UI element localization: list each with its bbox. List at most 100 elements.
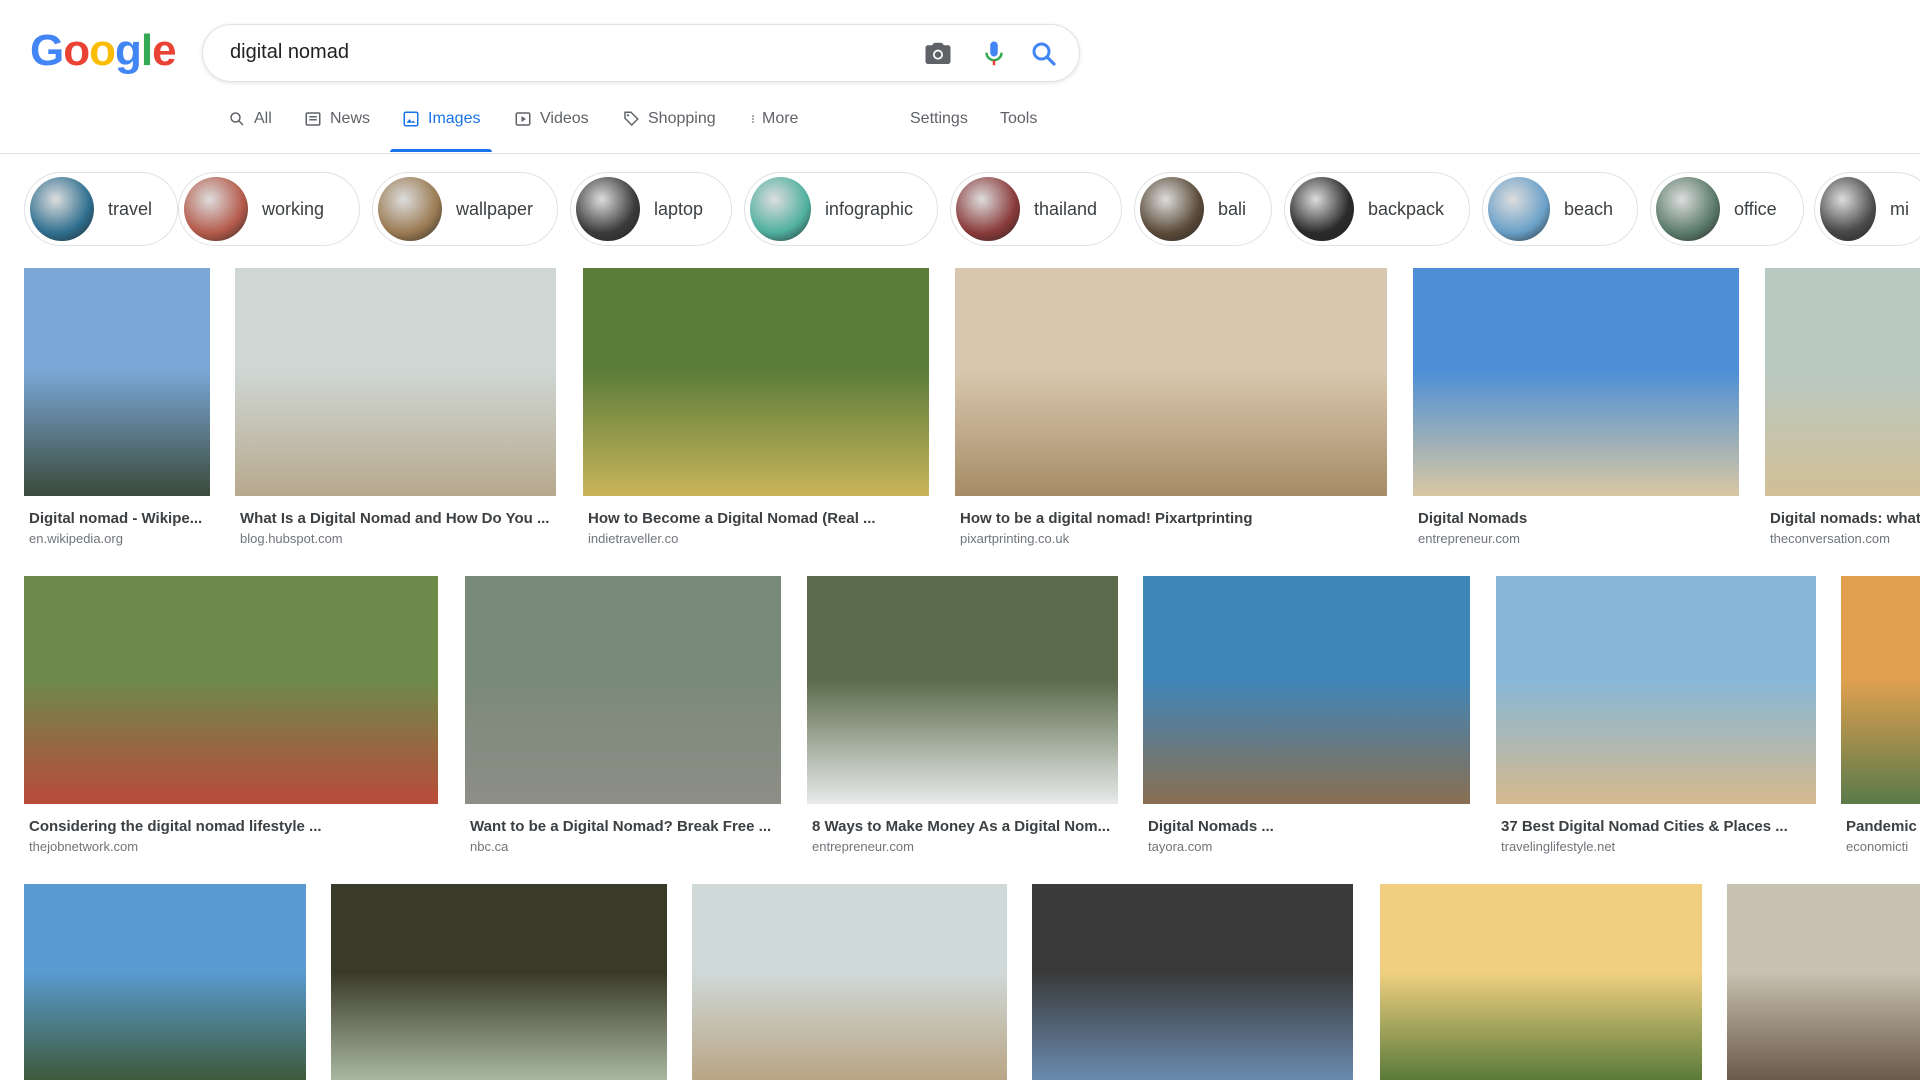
- result-thumbnail[interactable]: [1032, 884, 1353, 1080]
- camera-icon[interactable]: [923, 39, 953, 69]
- result-title[interactable]: Digital nomads: what: [1770, 510, 1920, 527]
- result-thumbnail[interactable]: [1413, 268, 1739, 496]
- logo-letter: G: [30, 26, 64, 75]
- news-icon: [305, 112, 321, 126]
- chip-bali[interactable]: bali: [1134, 172, 1272, 246]
- result-thumbnail[interactable]: [1765, 268, 1920, 496]
- tab-all[interactable]: All: [228, 110, 272, 152]
- chip-label: working: [262, 198, 325, 219]
- result-domain: travelinglifestyle.net: [1501, 839, 1616, 854]
- more-vert-icon: [752, 115, 754, 123]
- chip-thumbnail: [1488, 177, 1550, 241]
- result-thumbnail[interactable]: [1143, 576, 1470, 804]
- tab-label: Images: [428, 110, 481, 127]
- search-tabs: All News Images Videos Shopping More Set…: [0, 110, 1100, 154]
- tab-more[interactable]: More: [748, 110, 798, 152]
- result-domain: nbc.ca: [470, 839, 509, 854]
- settings-link[interactable]: Settings: [910, 110, 968, 128]
- chip-label: thailand: [1033, 198, 1097, 219]
- search-input[interactable]: digital nomad: [230, 41, 349, 64]
- result-thumbnail[interactable]: [807, 576, 1118, 804]
- result-thumbnail[interactable]: [583, 268, 929, 496]
- tab-images[interactable]: Images: [389, 110, 494, 152]
- result-domain: en.wikipedia.org: [29, 531, 123, 546]
- logo-letter: g: [115, 26, 142, 75]
- chip-label: infographic: [824, 198, 913, 219]
- logo-letter: e: [152, 26, 177, 75]
- chip-thumbnail: [1820, 177, 1876, 241]
- chip-laptop[interactable]: laptop: [570, 172, 732, 246]
- result-thumbnail[interactable]: [235, 268, 556, 496]
- chip-label: laptop: [654, 198, 704, 219]
- chip-backpack[interactable]: backpack: [1284, 172, 1470, 246]
- result-title[interactable]: Digital nomad - Wikipe...: [29, 510, 207, 527]
- result-thumbnail[interactable]: [1727, 884, 1920, 1080]
- result-title[interactable]: 37 Best Digital Nomad Cities & Places ..…: [1501, 818, 1813, 835]
- chip-travel[interactable]: travel: [24, 172, 178, 246]
- result-thumbnail[interactable]: [24, 884, 306, 1080]
- tab-shopping[interactable]: Shopping: [622, 110, 716, 152]
- result-domain: entrepreneur.com: [812, 839, 914, 854]
- chip-working[interactable]: working: [178, 172, 360, 246]
- chip-mi[interactable]: mi: [1814, 172, 1920, 246]
- chip-thailand[interactable]: thailand: [950, 172, 1122, 246]
- result-thumbnail[interactable]: [24, 576, 438, 804]
- result-thumbnail[interactable]: [24, 268, 210, 496]
- tab-videos[interactable]: Videos: [514, 110, 589, 152]
- microphone-icon[interactable]: [979, 39, 1009, 69]
- top-bar: Google digital nomad All News Images Vid…: [0, 0, 1920, 154]
- chip-thumbnail: [184, 177, 248, 241]
- result-domain: indietraveller.co: [588, 531, 679, 546]
- result-thumbnail[interactable]: [955, 268, 1387, 496]
- search-icon: [230, 112, 244, 126]
- tools-link[interactable]: Tools: [1000, 110, 1037, 128]
- result-title[interactable]: Want to be a Digital Nomad? Break Free .…: [470, 818, 778, 835]
- result-title[interactable]: How to be a digital nomad! Pixartprintin…: [960, 510, 1384, 527]
- result-thumbnail[interactable]: [465, 576, 781, 804]
- search-icon[interactable]: [1029, 39, 1059, 69]
- result-thumbnail[interactable]: [1496, 576, 1816, 804]
- result-thumbnail[interactable]: [331, 884, 667, 1080]
- result-title[interactable]: 8 Ways to Make Money As a Digital Nom...: [812, 818, 1115, 835]
- related-search-chips: travel working wallpaper laptop infographic t…: [0, 172, 1920, 252]
- chip-thumbnail: [1290, 177, 1354, 241]
- chip-wallpaper[interactable]: wallpaper: [372, 172, 558, 246]
- chip-label: mi: [1890, 198, 1909, 219]
- result-thumbnail[interactable]: [1380, 884, 1702, 1080]
- logo-letter: o: [63, 26, 90, 75]
- chip-thumbnail: [1140, 177, 1204, 241]
- result-thumbnail[interactable]: [692, 884, 1007, 1080]
- result-title[interactable]: Considering the digital nomad lifestyle …: [29, 818, 435, 835]
- result-domain: economicti: [1846, 839, 1909, 854]
- chip-infographic[interactable]: infographic: [744, 172, 938, 246]
- chip-label: travel: [108, 198, 153, 219]
- logo-letter: o: [89, 26, 116, 75]
- result-domain: pixartprinting.co.uk: [960, 531, 1070, 546]
- tab-label: More: [762, 110, 799, 127]
- logo-letter: l: [140, 26, 153, 75]
- result-title[interactable]: How to Become a Digital Nomad (Real ...: [588, 510, 926, 527]
- shopping-icon: [624, 111, 639, 127]
- result-title[interactable]: Pandemic: [1846, 818, 1917, 835]
- result-thumbnail[interactable]: [1841, 576, 1920, 804]
- chip-thumbnail: [30, 177, 94, 241]
- result-domain: theconversation.com: [1770, 531, 1890, 546]
- tab-label: Videos: [540, 110, 589, 127]
- chip-office[interactable]: office: [1650, 172, 1804, 246]
- tab-label: Shopping: [648, 110, 716, 127]
- tab-label: All: [254, 110, 272, 127]
- result-domain: thejobnetwork.com: [29, 839, 139, 854]
- result-domain: entrepreneur.com: [1418, 531, 1520, 546]
- result-domain: blog.hubspot.com: [240, 531, 343, 546]
- result-title[interactable]: Digital Nomads ...: [1148, 818, 1467, 835]
- chip-label: backpack: [1368, 198, 1445, 219]
- result-title[interactable]: Digital Nomads: [1418, 510, 1736, 527]
- google-logo[interactable]: Google: [30, 26, 177, 76]
- tab-news[interactable]: News: [304, 110, 370, 152]
- chip-thumbnail: [576, 177, 640, 241]
- chip-thumbnail: [956, 177, 1020, 241]
- result-title[interactable]: What Is a Digital Nomad and How Do You .…: [240, 510, 553, 527]
- images-icon: [403, 111, 419, 127]
- search-box[interactable]: digital nomad: [202, 24, 1080, 82]
- chip-beach[interactable]: beach: [1482, 172, 1638, 246]
